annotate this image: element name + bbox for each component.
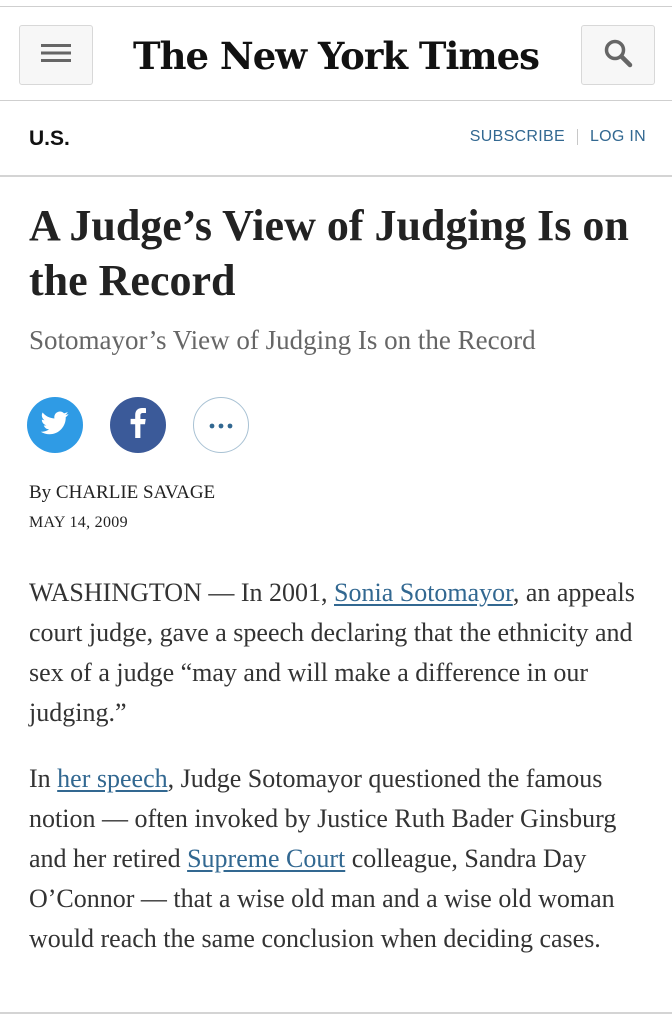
search-icon [603,38,633,73]
byline: By CHARLIE SAVAGE [29,482,216,503]
more-options-icon [209,416,233,434]
share-tools [27,397,249,453]
article-paragraph: In her speech, Judge Sotomayor questione… [29,759,649,959]
more-share-button[interactable] [193,397,249,453]
login-link[interactable]: LOG IN [590,128,646,146]
article-paragraph: WASHINGTON — In 2001, Sonia Sotomayor, a… [29,573,649,733]
article-subheadline: Sotomayor’s View of Judging Is on the Re… [29,325,536,355]
subscribe-link[interactable]: SUBSCRIBE [470,128,565,146]
twitter-icon [40,410,69,440]
publish-date: MAY 14, 2009 [29,514,128,531]
article-headline: A Judge’s View of Judging Is on the Reco… [29,201,629,305]
masthead: The New York Times [0,7,672,100]
twitter-share-button[interactable] [27,397,83,453]
account-links: SUBSCRIBE LOG IN [470,128,646,146]
supreme-court-link[interactable]: Supreme Court [187,844,345,873]
section-divider [0,175,672,177]
search-button[interactable] [581,25,655,85]
account-separator [576,129,578,145]
paragraph-text: In [29,764,58,793]
facebook-icon [130,407,146,443]
hamburger-menu-icon [41,43,71,68]
facebook-share-button[interactable] [110,397,166,453]
paragraph-text: WASHINGTON — In 2001, [29,578,335,607]
nyt-logo[interactable]: The New York Times [133,33,540,79]
bottom-divider [0,1012,672,1014]
menu-button[interactable] [19,25,93,85]
section-bar: U.S. SUBSCRIBE LOG IN [0,101,672,175]
section-label[interactable]: U.S. [29,127,70,151]
her-speech-link[interactable]: her speech [57,764,167,793]
sonia-sotomayor-link[interactable]: Sonia Sotomayor [334,578,513,607]
